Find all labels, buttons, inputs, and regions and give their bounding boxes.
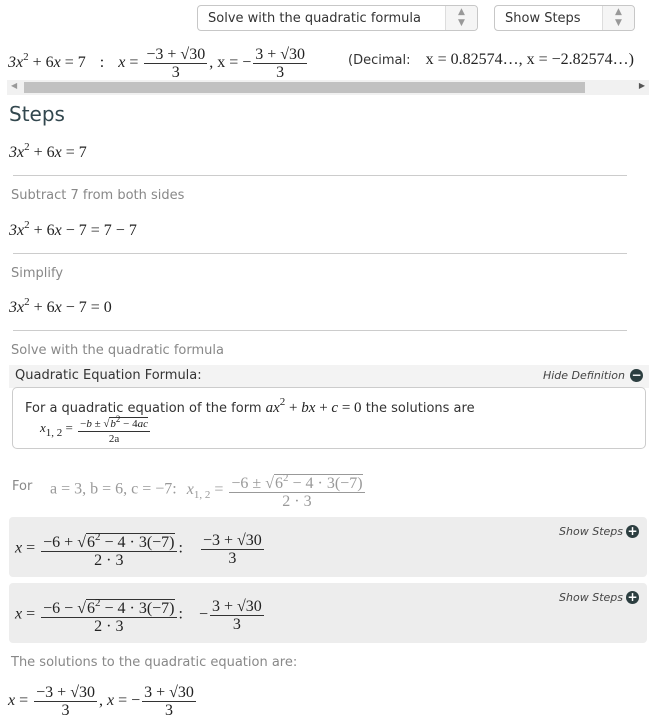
scrollbar-thumb[interactable] bbox=[24, 82, 585, 93]
step-label: Simplify bbox=[11, 266, 64, 281]
branch-step-minus: Show Steps + x = −6 − √62 − 4 · 3(−7) 2 ·… bbox=[9, 583, 647, 643]
show-steps-link[interactable]: Show Steps bbox=[559, 591, 623, 604]
minus-circle-icon[interactable]: − bbox=[630, 369, 643, 382]
definition-title: Quadratic Equation Formula: bbox=[15, 368, 202, 383]
coefficient-substitution: a = 3, b = 6, c = −7: x1, 2 = −6 ± √62 −… bbox=[50, 472, 365, 510]
result-equation: 3x2 + 6x = 7 bbox=[8, 51, 86, 72]
branch-step-plus: Show Steps + x = −6 + √62 − 4 · 3(−7) 2 ·… bbox=[9, 517, 647, 577]
plus-circle-icon[interactable]: + bbox=[626, 525, 639, 538]
method-select-value: Solve with the quadratic formula bbox=[208, 11, 421, 26]
quadratic-formula: x1, 2 = −b ± √b2 − 4ac 2a bbox=[40, 414, 151, 445]
select-arrows-icon: ▲ ▼ bbox=[602, 6, 634, 30]
select-arrows-icon: ▲ ▼ bbox=[445, 6, 477, 30]
result-line: 3x2 + 6x = 7 : x = −3 + √30 3, x = −3 + √… bbox=[8, 46, 308, 81]
method-select[interactable]: Solve with the quadratic formula ▲ ▼ bbox=[197, 5, 478, 31]
result-solution-1: −3 + √30 3 bbox=[144, 46, 208, 81]
final-label: The solutions to the quadratic equation … bbox=[11, 655, 298, 670]
divider bbox=[13, 253, 627, 254]
show-steps-link[interactable]: Show Steps bbox=[559, 525, 623, 538]
divider bbox=[13, 330, 627, 331]
scroll-right-icon[interactable]: ▶ bbox=[639, 81, 645, 90]
for-label: For bbox=[12, 479, 33, 494]
plus-circle-icon[interactable]: + bbox=[626, 591, 639, 604]
step-expression: 3x2 + 6x − 7 = 0 bbox=[9, 296, 112, 316]
decimal-result: (Decimal: x = 0.82574…, x = −2.82574…) bbox=[348, 51, 634, 68]
step-expression: 3x2 + 6x − 7 = 7 − 7 bbox=[9, 219, 137, 239]
scroll-left-icon[interactable]: ◀ bbox=[11, 81, 17, 90]
step-label: Solve with the quadratic formula bbox=[11, 343, 224, 358]
steps-heading: Steps bbox=[9, 102, 65, 126]
definition-header: Quadratic Equation Formula: Hide Definit… bbox=[9, 365, 649, 388]
steps-select[interactable]: Show Steps ▲ ▼ bbox=[494, 5, 635, 31]
step-label: Subtract 7 from both sides bbox=[11, 188, 185, 203]
definition-box: For a quadratic equation of the form ax2… bbox=[12, 387, 646, 449]
final-solutions: x = −3 + √30 3, x = −3 + √30 3 bbox=[8, 684, 196, 719]
divider bbox=[13, 175, 627, 176]
hide-definition-link[interactable]: Hide Definition bbox=[543, 369, 625, 382]
initial-equation: 3x2 + 6x = 7 bbox=[9, 141, 87, 161]
horizontal-scrollbar[interactable]: ◀ ▶ bbox=[7, 80, 649, 95]
result-solution-2: 3 + √30 3 bbox=[253, 46, 308, 81]
steps-select-value: Show Steps bbox=[505, 11, 581, 26]
